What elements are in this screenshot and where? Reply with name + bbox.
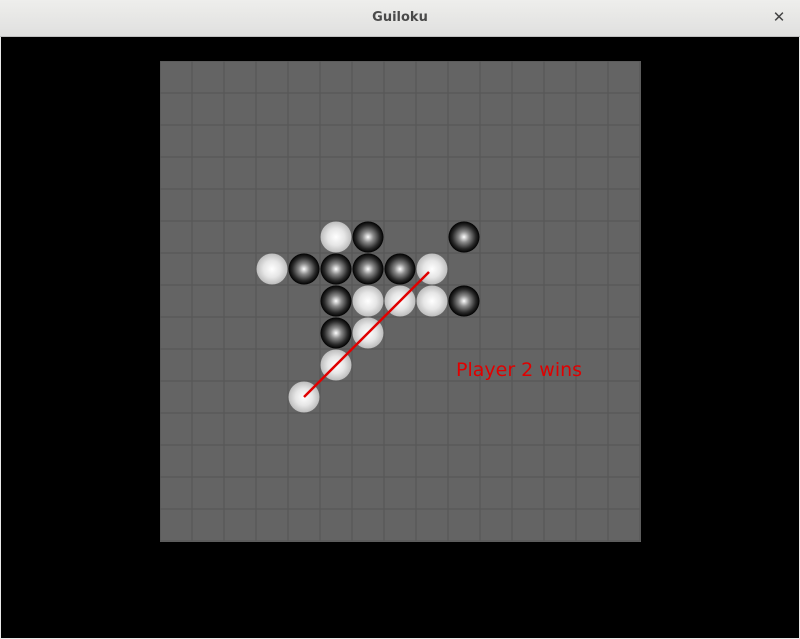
window-titlebar[interactable]: Guiloku ✕ — [0, 0, 800, 37]
black-stone — [448, 221, 480, 253]
black-stone — [320, 285, 352, 317]
black-stone — [352, 253, 384, 285]
game-window: Guiloku ✕ GAME OVER - Player 1 wins! Pre… — [0, 0, 800, 639]
black-stone — [384, 253, 416, 285]
white-stone — [416, 285, 448, 317]
game-board[interactable]: Player 2 wins — [160, 61, 641, 542]
black-stone — [448, 285, 480, 317]
white-stone — [256, 253, 288, 285]
black-stone — [320, 253, 352, 285]
black-stone — [288, 253, 320, 285]
white-stone — [352, 285, 384, 317]
black-stone — [320, 317, 352, 349]
window-title: Guiloku — [372, 10, 428, 25]
white-stone — [320, 221, 352, 253]
winner-label: Player 2 wins — [456, 359, 582, 381]
close-icon[interactable]: ✕ — [770, 8, 788, 26]
black-stone — [352, 221, 384, 253]
